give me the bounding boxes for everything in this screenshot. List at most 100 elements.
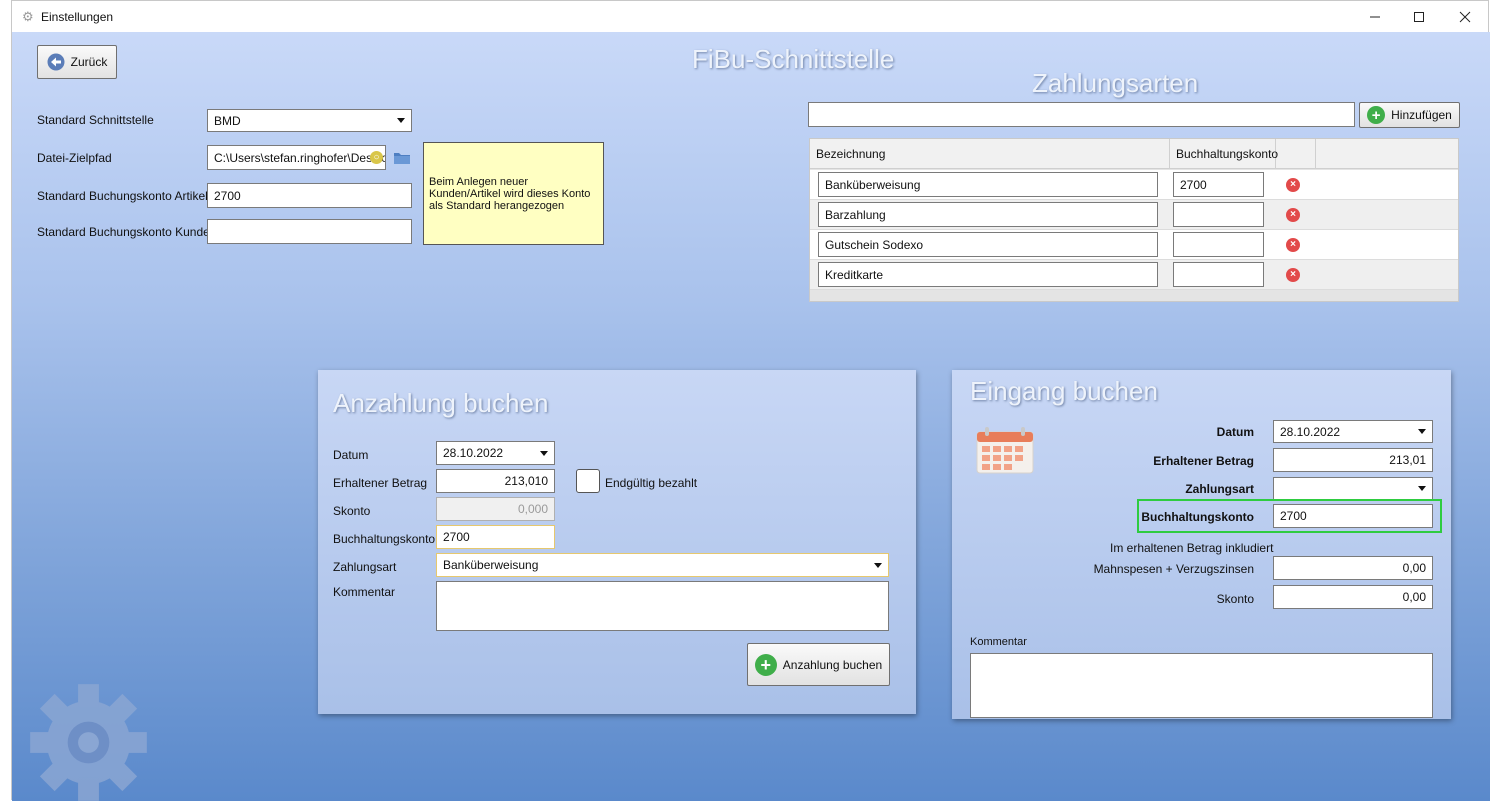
close-icon (1459, 11, 1471, 22)
incoming-amount-label: Erhaltener Betrag (1153, 454, 1254, 468)
table-header: Bezeichnung Buchhaltungskonto (810, 139, 1458, 169)
deposit-title: Anzahlung buchen (333, 388, 549, 418)
payment-type-name: Gutschein Sodexo (825, 237, 924, 252)
standard-interface-label: Standard Schnittstelle (37, 113, 154, 127)
settings-window: ⚙ Einstellungen Zurück FiBu-Schnittstell… (11, 0, 1490, 801)
column-header-account[interactable]: Buchhaltungskonto (1170, 139, 1278, 169)
column-header-name[interactable]: Bezeichnung (810, 139, 1170, 169)
clear-icon[interactable]: ○ (370, 151, 383, 164)
title-bar: ⚙ Einstellungen (12, 1, 1488, 32)
incoming-account-value: 2700 (1280, 509, 1307, 523)
chevron-down-icon[interactable] (534, 442, 554, 464)
incoming-comment-textarea[interactable] (970, 653, 1433, 718)
fees-label: Mahnspesen + Verzugszinsen (1093, 562, 1254, 576)
payment-type-account-input[interactable] (1173, 202, 1264, 227)
delete-icon[interactable]: × (1286, 268, 1300, 282)
incoming-account-input[interactable]: 2700 (1273, 504, 1433, 528)
deposit-discount-value: 0,000 (517, 502, 548, 516)
deposit-payment-type-value: Banküberweisung (443, 558, 539, 572)
maximize-icon (1414, 11, 1424, 22)
article-account-value: 2700 (214, 188, 241, 203)
chevron-down-icon[interactable] (391, 110, 411, 131)
deposit-amount-label: Erhaltener Betrag (333, 476, 428, 490)
back-button-label: Zurück (70, 55, 108, 69)
incoming-date-label: Datum (1216, 425, 1254, 439)
close-button[interactable] (1442, 1, 1488, 32)
payment-type-name-input[interactable]: Barzahlung (818, 202, 1158, 227)
chevron-down-icon[interactable] (1412, 421, 1432, 442)
deposit-account-value: 2700 (443, 530, 470, 544)
plus-icon: + (754, 653, 777, 676)
final-paid-checkbox[interactable] (576, 469, 600, 493)
payment-types-title: Zahlungsarten (1032, 68, 1199, 98)
chevron-down-icon[interactable] (1412, 478, 1432, 499)
payment-type-new-input[interactable] (808, 102, 1355, 127)
payment-types-table: Bezeichnung Buchhaltungskonto Banküberwe… (809, 138, 1459, 302)
fees-value: 0,00 (1402, 561, 1426, 575)
final-paid-label: Endgültig bezahlt (605, 476, 698, 490)
deposit-account-label: Buchhaltungskonto (333, 532, 436, 546)
fees-input[interactable]: 0,00 (1273, 556, 1433, 580)
payment-type-account-input[interactable] (1173, 232, 1264, 257)
payment-type-name: Banküberweisung (825, 177, 921, 192)
maximize-button[interactable] (1396, 1, 1442, 32)
add-payment-type-button[interactable]: + Hinzufügen (1359, 102, 1460, 128)
arrow-left-icon (47, 53, 65, 71)
target-path-input[interactable]: C:\Users\stefan.ringhofer\Desktop ○ (207, 145, 386, 170)
standard-interface-value: BMD (214, 113, 241, 128)
incoming-amount-value: 213,01 (1389, 453, 1426, 467)
window-title: Einstellungen (41, 10, 114, 24)
deposit-amount-input[interactable]: 213,010 (436, 469, 555, 493)
table-row: Banküberweisung 2700 × (810, 170, 1458, 200)
incoming-amount-input[interactable]: 213,01 (1273, 448, 1433, 472)
incoming-date-picker[interactable]: 28.10.2022 (1273, 420, 1433, 443)
deposit-discount-label: Skonto (333, 504, 371, 518)
payment-type-name: Barzahlung (825, 207, 886, 222)
incoming-comment-label: Kommentar (970, 636, 1027, 648)
incoming-payment-type-label: Zahlungsart (1185, 482, 1254, 496)
submit-deposit-label: Anzahlung buchen (782, 657, 883, 672)
back-button[interactable]: Zurück (37, 45, 117, 79)
incoming-payment-type-select[interactable] (1273, 477, 1433, 500)
incoming-title: Eingang buchen (970, 376, 1158, 406)
customer-account-label: Standard Buchungskonto Kunde (37, 225, 210, 239)
article-account-input[interactable]: 2700 (207, 183, 412, 208)
incoming-discount-input[interactable]: 0,00 (1273, 585, 1433, 609)
submit-deposit-button[interactable]: + Anzahlung buchen (747, 643, 890, 686)
incoming-discount-label: Skonto (1216, 592, 1254, 606)
payment-type-account-input[interactable]: 2700 (1173, 172, 1264, 197)
standard-interface-select[interactable]: BMD (207, 109, 412, 132)
add-payment-type-label: Hinzufügen (1391, 108, 1452, 122)
payment-type-name: Kreditkarte (825, 267, 884, 282)
deposit-date-picker[interactable]: 28.10.2022 (436, 441, 555, 465)
delete-icon[interactable]: × (1286, 208, 1300, 222)
deposit-date-value: 28.10.2022 (443, 446, 504, 460)
deposit-payment-type-select[interactable]: Banküberweisung (436, 553, 889, 577)
chevron-down-icon[interactable] (868, 554, 888, 576)
payment-type-account-input[interactable] (1173, 262, 1264, 287)
deposit-comment-textarea[interactable] (436, 581, 889, 631)
payment-type-name-input[interactable]: Banküberweisung (818, 172, 1158, 197)
target-path-label: Datei-Zielpfad (37, 151, 112, 165)
deposit-amount-value: 213,010 (504, 474, 548, 488)
included-note: Im erhaltenen Betrag inkludiert (1110, 541, 1274, 555)
table-row: Kreditkarte × (810, 260, 1458, 290)
calendar-icon (976, 427, 1034, 474)
delete-icon[interactable]: × (1286, 238, 1300, 252)
minimize-button[interactable] (1352, 1, 1398, 32)
payment-type-name-input[interactable]: Kreditkarte (818, 262, 1158, 287)
payment-type-name-input[interactable]: Gutschein Sodexo (818, 232, 1158, 257)
deposit-payment-type-label: Zahlungsart (333, 560, 397, 574)
incoming-account-label: Buchhaltungskonto (1141, 510, 1254, 524)
info-note: Beim Anlegen neuer Kunden/Artikel wird d… (423, 142, 604, 245)
folder-icon[interactable] (393, 151, 411, 165)
deposit-account-input[interactable]: 2700 (436, 525, 555, 549)
incoming-panel: Eingang buchen Datum 28.10.2022 Erhalten… (952, 370, 1451, 719)
delete-icon[interactable]: × (1286, 178, 1300, 192)
info-note-text: Beim Anlegen neuer Kunden/Artikel wird d… (429, 176, 591, 213)
incoming-date-value: 28.10.2022 (1280, 424, 1341, 439)
column-header-actions (1276, 139, 1316, 169)
gear-icon (30, 684, 147, 801)
customer-account-input[interactable] (207, 219, 412, 244)
article-account-label: Standard Buchungskonto Artikel (37, 189, 208, 203)
